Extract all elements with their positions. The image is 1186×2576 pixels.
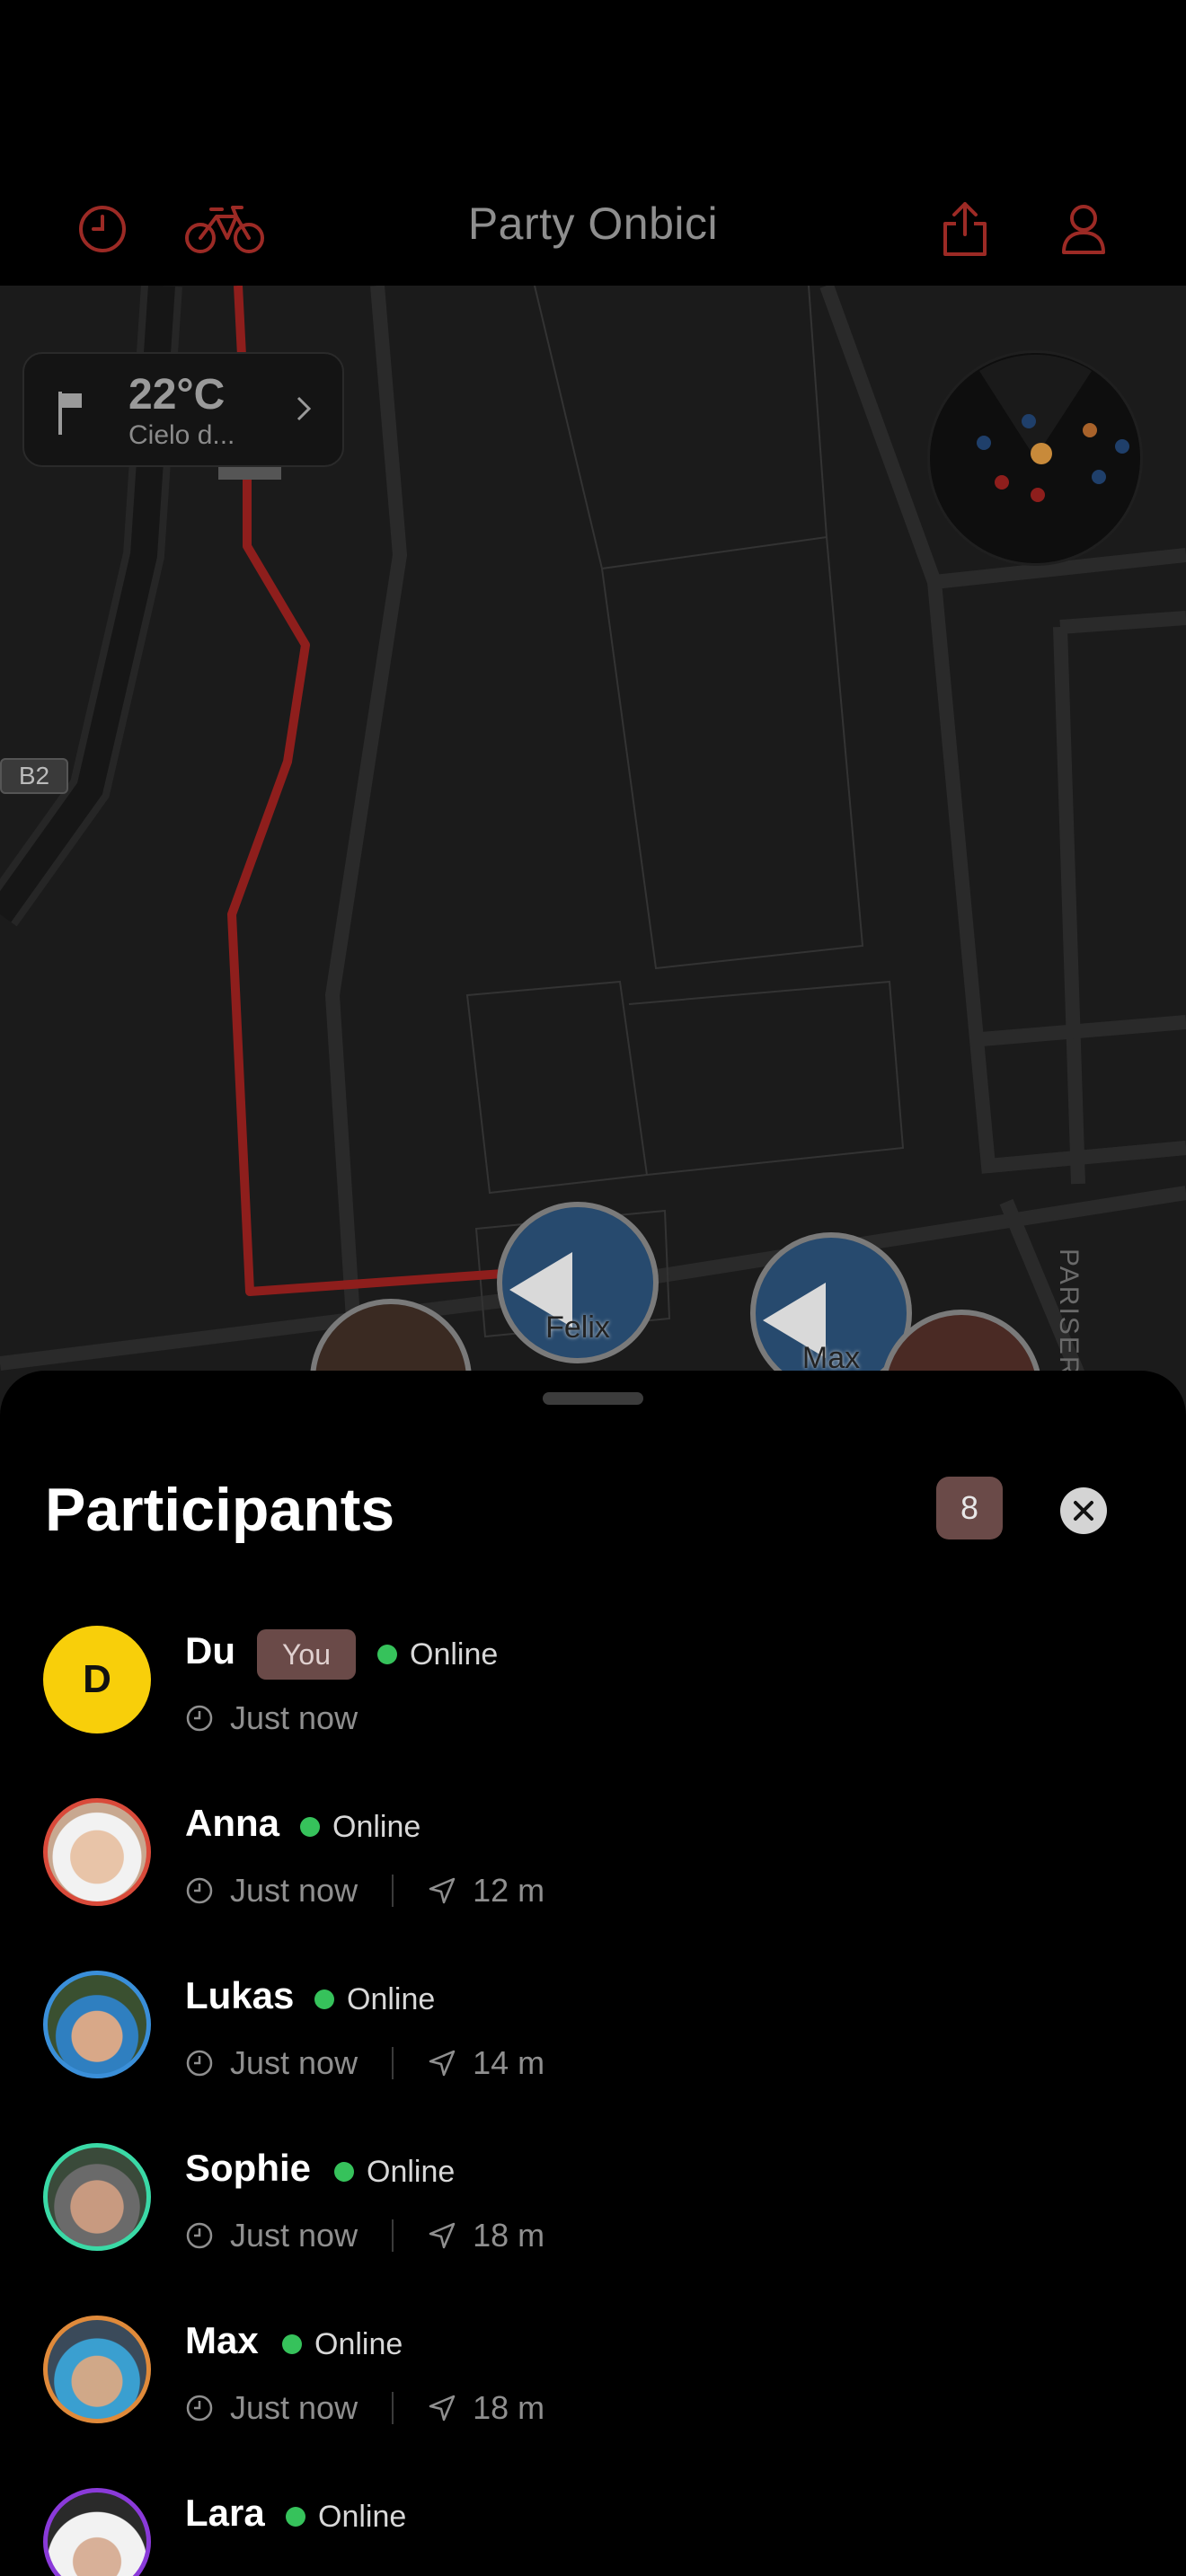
- participant-name: Lara: [185, 2492, 265, 2534]
- avatar: [43, 1798, 151, 1906]
- radar-dot: [1083, 423, 1097, 437]
- status-text: Online: [332, 1809, 421, 1844]
- status-text: Online: [367, 2154, 456, 2189]
- online-dot-icon: [286, 2507, 305, 2527]
- location-arrow-icon: [428, 2049, 456, 2078]
- radar-dot: [1092, 470, 1106, 484]
- divider: [392, 1875, 394, 1907]
- divider: [392, 2219, 394, 2252]
- share-button[interactable]: [929, 193, 1001, 265]
- last-seen: Just now: [230, 2389, 358, 2426]
- participant-name: Max: [185, 2319, 259, 2361]
- status-group: You Online: [257, 1629, 498, 1680]
- status-text: Online: [410, 1636, 499, 1672]
- distance: 14 m: [473, 2044, 545, 2081]
- clock-icon: [185, 1704, 214, 1733]
- meta-info: Just now 18 m: [185, 2213, 544, 2258]
- status-group: Online: [300, 1802, 420, 1852]
- clock-icon: [185, 2221, 214, 2250]
- divider: [392, 2392, 394, 2424]
- distance: 12 m: [473, 1872, 545, 1909]
- participants-sheet: Participants 8 D Du You Online Just now …: [0, 1371, 1186, 2576]
- location-arrow-icon: [428, 1876, 456, 1905]
- radar-dot: [1031, 443, 1052, 464]
- meta-info: Just now 12 m: [185, 1868, 544, 1913]
- clock-icon: [185, 2049, 214, 2078]
- last-seen: Just now: [230, 2044, 358, 2081]
- road-label: B2: [0, 758, 68, 794]
- list-item[interactable]: D Du You Online Just now: [0, 1606, 1186, 1778]
- online-dot-icon: [314, 1989, 334, 2009]
- clock-icon: [185, 1876, 214, 1905]
- participant-name: Anna: [185, 1802, 279, 1844]
- radar-dot: [995, 475, 1009, 490]
- participant-list: D Du You Online Just now Anna Online Jus: [0, 1606, 1186, 2576]
- avatar: [43, 2143, 151, 2251]
- online-dot-icon: [282, 2334, 302, 2354]
- participant-count-badge: 8: [936, 1477, 1003, 1539]
- radar-dot: [977, 436, 991, 450]
- avatar: [43, 2316, 151, 2423]
- location-arrow-icon: [428, 2221, 456, 2250]
- status-group: Online: [282, 2319, 403, 2369]
- profile-button[interactable]: [1048, 193, 1120, 265]
- participant-name: Du: [185, 1629, 235, 1672]
- last-seen: Just now: [230, 2217, 358, 2254]
- location-arrow-icon: [428, 2394, 456, 2422]
- avatar: D: [43, 1626, 151, 1734]
- radar-dot: [1031, 488, 1045, 502]
- close-button[interactable]: [1060, 1487, 1107, 1534]
- status-group: Online: [286, 2492, 406, 2542]
- sheet-title: Participants: [45, 1476, 395, 1544]
- pin-label: Felix: [545, 1310, 610, 1345]
- last-seen: Just now: [230, 1872, 358, 1909]
- radar-dot: [1115, 439, 1129, 454]
- status-text: Online: [347, 1981, 436, 2016]
- weather-temperature: 22°C: [128, 371, 226, 419]
- person-icon: [1062, 205, 1105, 254]
- weather-widget[interactable]: 22°C Cielo d...: [22, 352, 344, 467]
- clock-icon: [185, 2394, 214, 2422]
- online-dot-icon: [300, 1817, 320, 1837]
- meta-info: Just now 14 m: [185, 2041, 544, 2086]
- chevron-right-icon: [296, 396, 312, 421]
- share-icon: [943, 202, 987, 256]
- status-text: Online: [314, 2326, 403, 2361]
- status-group: Online: [334, 2147, 455, 2197]
- status-group: Online: [314, 1974, 435, 2025]
- flag-icon: [58, 392, 82, 435]
- participant-name: Sophie: [185, 2147, 312, 2189]
- sheet-drag-handle[interactable]: [543, 1392, 643, 1405]
- distance: 18 m: [473, 2389, 545, 2426]
- list-item[interactable]: Max Online Just now 18 m: [0, 2296, 1186, 2468]
- list-item[interactable]: Anna Online Just now 12 m: [0, 1778, 1186, 1951]
- online-dot-icon: [334, 2162, 354, 2182]
- page-title: Party Onbici: [467, 198, 719, 249]
- list-item[interactable]: Lara Online: [0, 2468, 1186, 2576]
- meta-info: Just now 18 m: [185, 2386, 544, 2430]
- online-dot-icon: [377, 1645, 397, 1664]
- radar-dot: [1022, 414, 1036, 428]
- list-item[interactable]: Sophie Online Just now 18 m: [0, 2123, 1186, 2296]
- close-icon: [1074, 1501, 1093, 1521]
- divider: [392, 2047, 394, 2079]
- avatar: [43, 1971, 151, 2078]
- you-badge: You: [257, 1629, 356, 1680]
- last-seen: Just now: [230, 1699, 358, 1736]
- meta-info: Just now: [185, 1696, 358, 1741]
- participant-name: Lukas: [185, 1974, 295, 2016]
- participant-radar[interactable]: [927, 350, 1143, 566]
- list-item[interactable]: Lukas Online Just now 14 m: [0, 1951, 1186, 2123]
- weather-description: Cielo d...: [128, 420, 235, 450]
- participant-pin-felix[interactable]: Felix: [497, 1202, 659, 1363]
- street-label: PARISER: [1054, 1248, 1084, 1378]
- status-text: Online: [318, 2499, 407, 2534]
- avatar: [43, 2488, 151, 2576]
- top-bar: Party Onbici: [0, 0, 1186, 286]
- distance: 18 m: [473, 2217, 545, 2254]
